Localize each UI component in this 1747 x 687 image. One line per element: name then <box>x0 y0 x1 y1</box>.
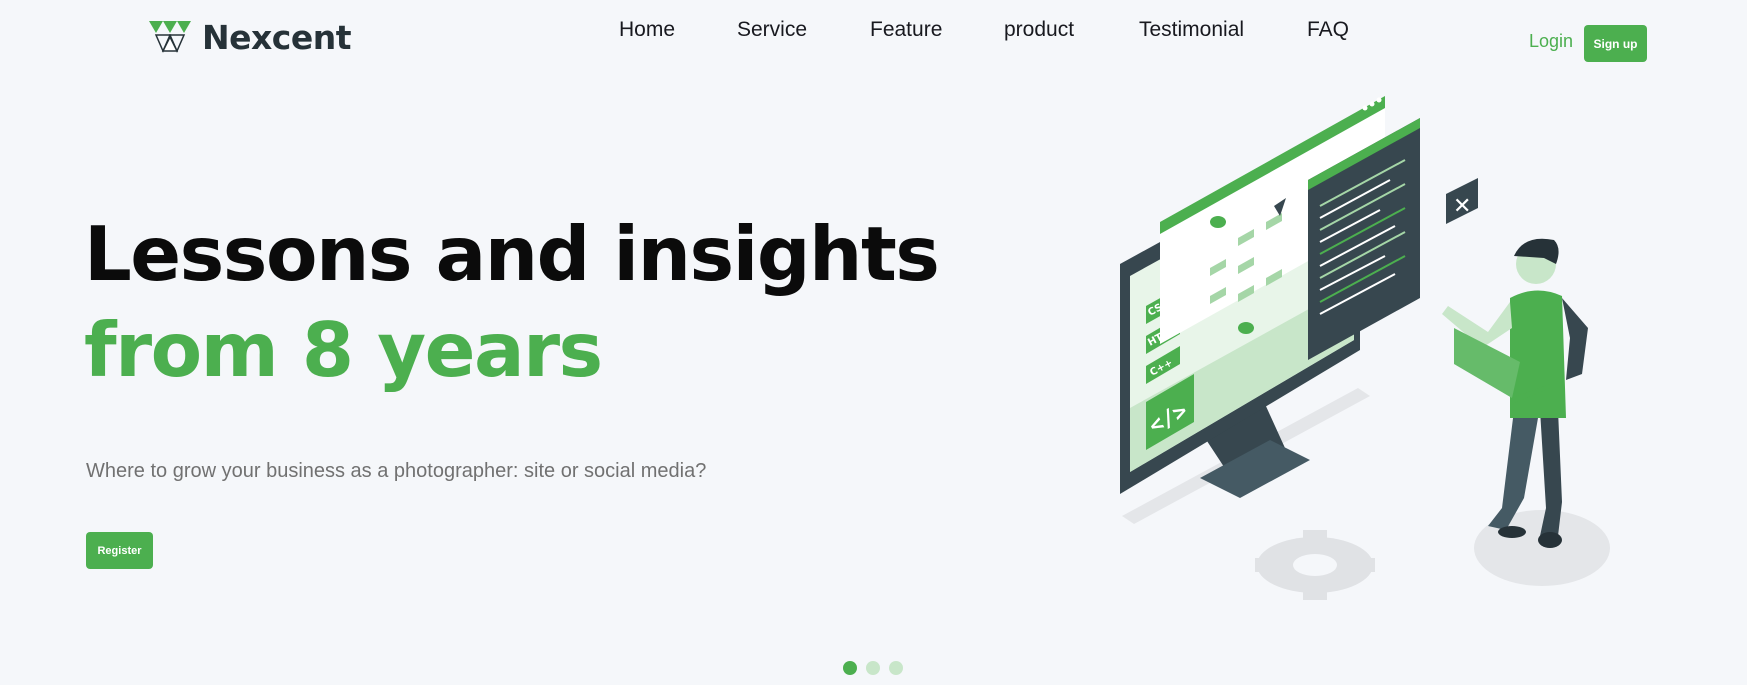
nav-feature[interactable]: Feature <box>870 18 942 42</box>
gear-icon <box>1255 530 1375 600</box>
nav-faq[interactable]: FAQ <box>1307 18 1349 42</box>
close-icon: ✕ <box>1446 178 1478 224</box>
main-nav: Home Service Feature product Testimonial… <box>0 18 1747 48</box>
nav-service[interactable]: Service <box>737 18 807 42</box>
person-figure <box>1442 238 1588 548</box>
register-button[interactable]: Register <box>86 532 153 569</box>
developer-illustration: CSS HTML C++ </> <box>1120 96 1610 600</box>
svg-text:✕: ✕ <box>1453 194 1471 219</box>
nav-home[interactable]: Home <box>619 18 675 42</box>
nav-product[interactable]: product <box>1004 18 1074 42</box>
login-link[interactable]: Login <box>1529 31 1573 52</box>
nav-testimonial[interactable]: Testimonial <box>1139 18 1244 42</box>
signup-button[interactable]: Sign up <box>1584 25 1647 62</box>
carousel-dots <box>843 661 903 675</box>
carousel-dot[interactable] <box>866 661 880 675</box>
hero-subtitle: Where to grow your business as a photogr… <box>86 460 707 482</box>
hero-section: Nexcent Home Service Feature product Tes… <box>0 0 1747 685</box>
carousel-dot[interactable] <box>843 661 857 675</box>
headline-line-2: from 8 years <box>84 306 603 394</box>
carousel-dot[interactable] <box>889 661 903 675</box>
hero-headline: Lessons and insights from 8 years <box>84 206 940 398</box>
headline-line-1: Lessons and insights <box>84 210 940 298</box>
